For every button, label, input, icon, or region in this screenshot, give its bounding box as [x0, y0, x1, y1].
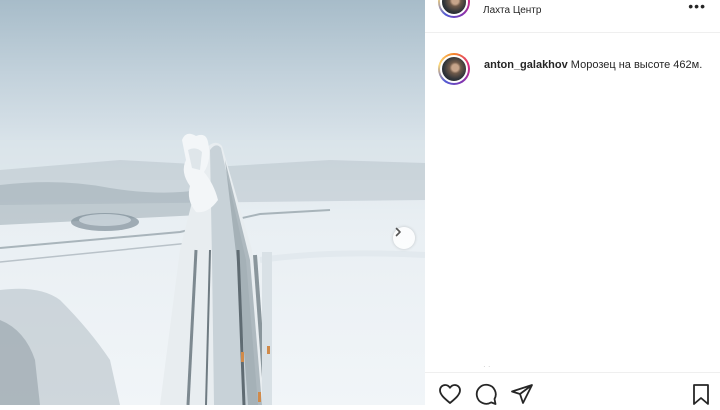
heart-icon [439, 384, 461, 404]
post-caption: anton_galakhov Морозец на высоте 462м. [484, 57, 709, 74]
send-icon [511, 384, 533, 404]
faint-text: · · [483, 362, 491, 371]
comment-icon [475, 383, 497, 405]
carousel-next-button[interactable] [393, 227, 415, 249]
author-avatar[interactable] [438, 0, 470, 18]
actions-divider [425, 372, 720, 373]
bookmark-icon [693, 384, 709, 405]
photo-illustration [0, 133, 425, 405]
post-header: Лахта Центр ••• [425, 0, 720, 33]
avatar-image [440, 55, 468, 83]
chevron-right-icon [395, 227, 401, 237]
save-button[interactable] [690, 383, 714, 405]
post-photo[interactable] [0, 0, 425, 405]
avatar-image [440, 0, 468, 16]
caption-avatar[interactable] [438, 53, 470, 85]
comment-button[interactable] [474, 383, 498, 405]
like-button[interactable] [438, 383, 462, 405]
share-button[interactable] [510, 383, 534, 405]
caption-username[interactable]: anton_galakhov [484, 59, 568, 71]
more-options-icon[interactable]: ••• [688, 0, 706, 14]
caption-text: Морозец на высоте 462м. [567, 59, 703, 71]
post-location[interactable]: Лахта Центр [483, 5, 541, 16]
post-panel: Лахта Центр ••• anton_galakhov Морозец н… [425, 0, 720, 405]
